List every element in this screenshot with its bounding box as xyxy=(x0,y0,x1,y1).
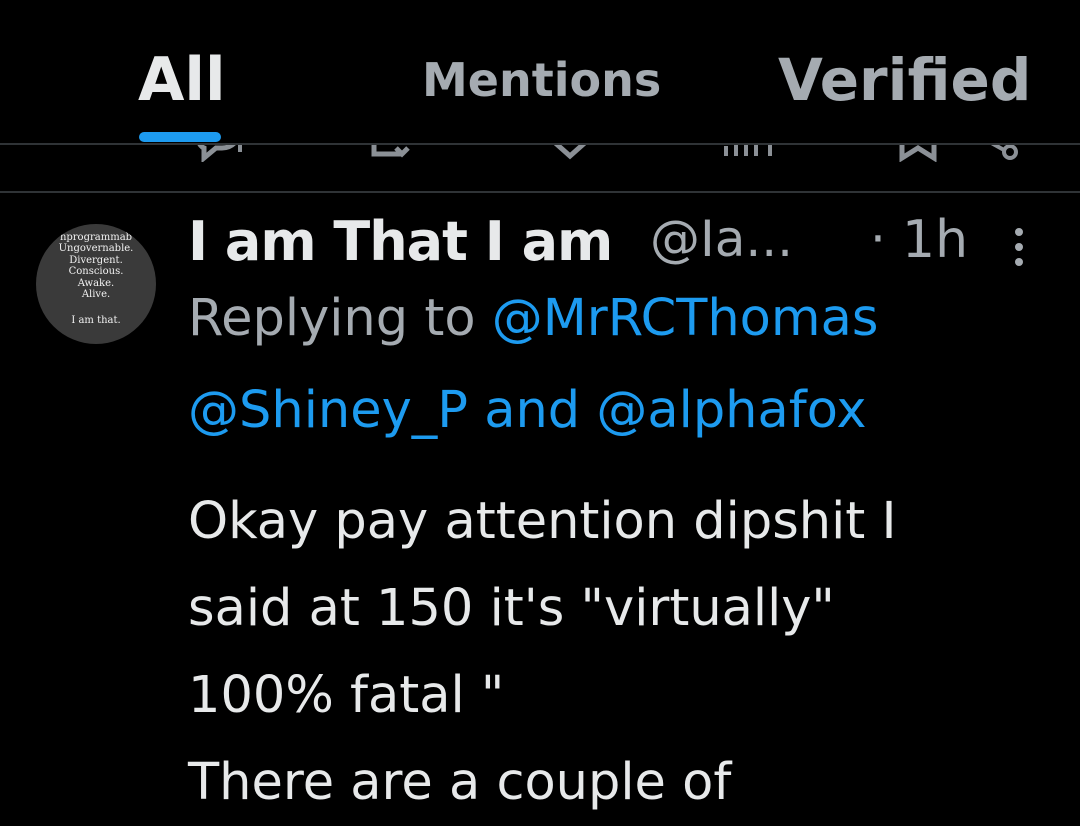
mentions-joiner[interactable]: and xyxy=(468,381,596,440)
mention-link[interactable]: @Shiney_P xyxy=(188,381,468,440)
tweet-text-line: said at 150 it's "virtually" xyxy=(188,579,835,638)
notification-tabs: All Mentions Verified xyxy=(0,0,1080,145)
tab-all[interactable]: All xyxy=(138,40,226,120)
avatar-text-line: Awake. xyxy=(77,278,115,289)
tab-mentions[interactable]: Mentions xyxy=(422,40,661,120)
replying-to-line-continued: @Shiney_P and @alphafox xyxy=(188,382,1048,440)
avatar-text-line: Conscious. xyxy=(68,266,124,277)
user-handle[interactable]: @Ia... xyxy=(650,210,793,268)
tabs-divider xyxy=(0,143,1080,145)
avatar-text-line: I am that. xyxy=(71,315,121,326)
active-tab-indicator xyxy=(139,132,221,142)
avatar[interactable]: nprogrammab Ungovernable. Divergent. Con… xyxy=(36,224,156,344)
tab-verified[interactable]: Verified xyxy=(778,40,1031,120)
avatar-text-line: nprogrammab xyxy=(59,232,133,243)
tweet-header: I am That I am @Ia... · 1h xyxy=(188,206,1048,286)
separator-dot: · xyxy=(870,210,886,268)
tweet-text-line: There are a couple of xyxy=(188,753,732,812)
tweet-text-line: Okay pay attention dipshit I xyxy=(188,492,897,551)
tweet-text: Okay pay attention dipshit I said at 150… xyxy=(188,478,1068,826)
mention-link[interactable]: @MrRCThomas xyxy=(492,289,879,348)
avatar-text-line: Ungovernable. xyxy=(58,243,134,254)
tweet-text-line: 100% fatal " xyxy=(188,666,505,725)
replying-to-line: Replying to @MrRCThomas xyxy=(188,290,1048,348)
more-options-icon[interactable] xyxy=(1010,228,1028,272)
tweet-time[interactable]: 1h xyxy=(902,210,968,270)
avatar-text-line: Divergent. xyxy=(69,255,123,266)
mention-link[interactable]: @alphafox xyxy=(596,381,866,440)
display-name[interactable]: I am That I am xyxy=(188,210,613,273)
tweet-divider xyxy=(0,191,1080,193)
replying-to-label: Replying to xyxy=(188,289,492,348)
avatar-text-line: Alive. xyxy=(81,289,111,300)
